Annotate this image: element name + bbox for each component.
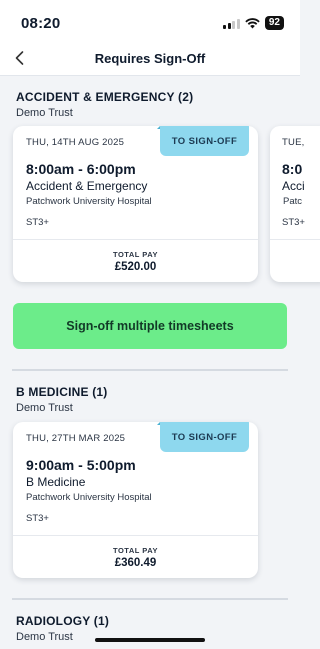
nav-header: Requires Sign-Off (0, 44, 300, 76)
shift-date: THU, 27TH MAR 2025 (26, 433, 126, 444)
status-badge: TO SIGN-OFF (157, 126, 249, 156)
section-trust-radiology: Demo Trust (16, 631, 73, 643)
shift-hospital: Patchwork University Hospital (26, 492, 152, 503)
shift-department: Acci (282, 179, 305, 193)
status-icons: 92 (223, 16, 284, 30)
section-divider (12, 598, 288, 600)
shift-grade: ST3+ (26, 217, 49, 228)
shift-card-peek[interactable]: TUE, 8:0 Acci Patc ST3+ (270, 126, 320, 282)
sign-off-multiple-button[interactable]: Sign-off multiple timesheets (13, 303, 287, 349)
wifi-icon (245, 17, 260, 28)
shift-department: Accident & Emergency (26, 179, 148, 193)
shift-grade: ST3+ (26, 513, 49, 524)
shift-date: TUE, (282, 137, 305, 148)
card-divider (13, 535, 258, 536)
shift-date: THU, 14TH AUG 2025 (26, 137, 125, 148)
card-divider (13, 239, 258, 240)
shift-department: B Medicine (26, 475, 86, 489)
total-pay-value: £520.00 (114, 261, 157, 273)
shift-grade: ST3+ (282, 217, 305, 228)
section-trust-accident-emergency: Demo Trust (16, 107, 73, 119)
section-divider (12, 369, 288, 371)
status-time: 08:20 (21, 15, 61, 32)
total-pay-label: TOTAL PAY (113, 546, 158, 555)
home-indicator[interactable] (95, 638, 205, 642)
total-pay-value: £360.49 (114, 557, 157, 569)
section-trust-b-medicine: Demo Trust (16, 402, 73, 414)
shift-hospital: Patc (283, 196, 303, 207)
card-divider (270, 239, 320, 240)
shift-time: 8:00am - 6:00pm (26, 161, 136, 177)
signal-icon (223, 18, 240, 29)
total-pay-label: TOTAL PAY (113, 250, 158, 259)
battery-icon: 92 (264, 16, 284, 30)
shift-time: 9:00am - 5:00pm (26, 457, 136, 473)
shift-time: 8:0 (282, 161, 303, 177)
status-badge: TO SIGN-OFF (157, 422, 249, 452)
shift-card[interactable]: THU, 27TH MAR 2025 TO SIGN-OFF 9:00am - … (13, 422, 258, 578)
section-title-b-medicine: B MEDICINE (1) (16, 385, 108, 399)
section-title-accident-emergency: ACCIDENT & EMERGENCY (2) (16, 90, 194, 104)
shift-card[interactable]: THU, 14TH AUG 2025 TO SIGN-OFF 8:00am - … (13, 126, 258, 282)
section-title-radiology: RADIOLOGY (1) (16, 614, 110, 628)
shift-hospital: Patchwork University Hospital (26, 196, 152, 207)
page-title: Requires Sign-Off (94, 51, 206, 66)
status-bar: 08:20 92 (0, 0, 300, 44)
